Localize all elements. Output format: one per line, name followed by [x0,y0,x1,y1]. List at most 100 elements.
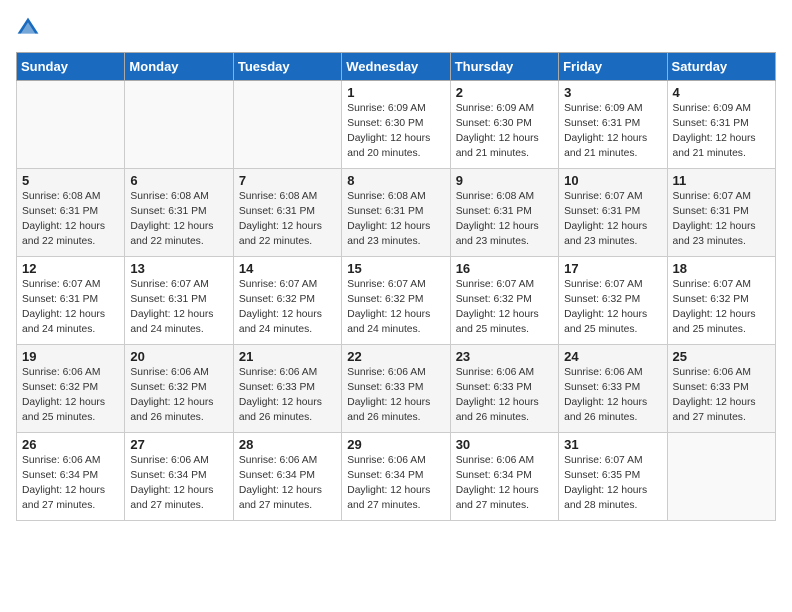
day-info: Sunrise: 6:09 AMSunset: 6:31 PMDaylight:… [564,102,662,162]
day-number: 31 [564,437,662,452]
weekday-header: Friday [559,53,667,81]
day-info: Sunrise: 6:08 AMSunset: 6:31 PMDaylight:… [239,190,337,250]
day-info: Sunrise: 6:06 AMSunset: 6:32 PMDaylight:… [22,366,120,426]
calendar-cell: 20 Sunrise: 6:06 AMSunset: 6:32 PMDayligh… [125,345,233,433]
day-number: 20 [130,349,228,364]
calendar-cell [233,81,341,169]
weekday-header: Monday [125,53,233,81]
calendar-cell: 12 Sunrise: 6:07 AMSunset: 6:31 PMDayligh… [17,257,125,345]
day-number: 24 [564,349,662,364]
day-info: Sunrise: 6:06 AMSunset: 6:34 PMDaylight:… [22,454,120,514]
day-info: Sunrise: 6:07 AMSunset: 6:32 PMDaylight:… [347,278,445,338]
calendar-cell: 27Sunrise: 6:06 AMSunset: 6:34 PMDayligh… [125,433,233,521]
day-number: 28 [239,437,337,452]
calendar-cell: 13 Sunrise: 6:07 AMSunset: 6:31 PMDayligh… [125,257,233,345]
day-info: Sunrise: 6:08 AMSunset: 6:31 PMDaylight:… [347,190,445,250]
day-number: 22 [347,349,445,364]
calendar-week-row: 19 Sunrise: 6:06 AMSunset: 6:32 PMDayligh… [17,345,776,433]
calendar-cell: 21 Sunrise: 6:06 AMSunset: 6:33 PMDayligh… [233,345,341,433]
day-number: 21 [239,349,337,364]
day-number: 25 [673,349,771,364]
calendar-cell [667,433,775,521]
calendar-cell: 5 Sunrise: 6:08 AMSunset: 6:31 PMDaylight… [17,169,125,257]
day-number: 17 [564,261,662,276]
calendar-cell: 30 Sunrise: 6:06 AMSunset: 6:34 PMDayligh… [450,433,558,521]
day-number: 29 [347,437,445,452]
day-info: Sunrise: 6:06 AMSunset: 6:33 PMDaylight:… [673,366,771,426]
calendar-cell [125,81,233,169]
day-number: 5 [22,173,120,188]
calendar-cell: 18 Sunrise: 6:07 AMSunset: 6:32 PMDayligh… [667,257,775,345]
calendar-cell: 8 Sunrise: 6:08 AMSunset: 6:31 PMDaylight… [342,169,450,257]
day-number: 27 [130,437,228,452]
calendar-cell: 10 Sunrise: 6:07 AMSunset: 6:31 PMDayligh… [559,169,667,257]
day-number: 16 [456,261,554,276]
day-number: 6 [130,173,228,188]
calendar-cell: 31Sunrise: 6:07 AMSunset: 6:35 PMDayligh… [559,433,667,521]
day-info: Sunrise: 6:07 AMSunset: 6:31 PMDaylight:… [22,278,120,338]
day-info: Sunrise: 6:06 AMSunset: 6:32 PMDaylight:… [130,366,228,426]
calendar-cell: 2Sunrise: 6:09 AMSunset: 6:30 PMDaylight… [450,81,558,169]
calendar-cell: 15 Sunrise: 6:07 AMSunset: 6:32 PMDayligh… [342,257,450,345]
calendar-cell: 9 Sunrise: 6:08 AMSunset: 6:31 PMDaylight… [450,169,558,257]
day-number: 8 [347,173,445,188]
calendar-week-row: 26 Sunrise: 6:06 AMSunset: 6:34 PMDayligh… [17,433,776,521]
calendar-week-row: 12 Sunrise: 6:07 AMSunset: 6:31 PMDayligh… [17,257,776,345]
day-info: Sunrise: 6:07 AMSunset: 6:32 PMDaylight:… [564,278,662,338]
day-number: 23 [456,349,554,364]
day-info: Sunrise: 6:08 AMSunset: 6:31 PMDaylight:… [130,190,228,250]
weekday-header: Tuesday [233,53,341,81]
calendar-cell: 1 Sunrise: 6:09 AMSunset: 6:30 PMDaylight… [342,81,450,169]
day-number: 10 [564,173,662,188]
day-info: Sunrise: 6:07 AMSunset: 6:31 PMDaylight:… [564,190,662,250]
day-info: Sunrise: 6:07 AMSunset: 6:32 PMDaylight:… [456,278,554,338]
calendar-cell [17,81,125,169]
day-number: 3 [564,85,662,100]
calendar-cell: 23 Sunrise: 6:06 AMSunset: 6:33 PMDayligh… [450,345,558,433]
calendar-cell: 25 Sunrise: 6:06 AMSunset: 6:33 PMDayligh… [667,345,775,433]
day-info: Sunrise: 6:06 AMSunset: 6:33 PMDaylight:… [347,366,445,426]
day-info: Sunrise: 6:06 AMSunset: 6:34 PMDaylight:… [239,454,337,514]
day-number: 30 [456,437,554,452]
calendar-table: SundayMondayTuesdayWednesdayThursdayFrid… [16,52,776,521]
day-number: 9 [456,173,554,188]
calendar-cell: 17 Sunrise: 6:07 AMSunset: 6:32 PMDayligh… [559,257,667,345]
weekday-header-row: SundayMondayTuesdayWednesdayThursdayFrid… [17,53,776,81]
day-number: 1 [347,85,445,100]
calendar-cell: 14 Sunrise: 6:07 AMSunset: 6:32 PMDayligh… [233,257,341,345]
day-number: 15 [347,261,445,276]
day-number: 13 [130,261,228,276]
weekday-header: Saturday [667,53,775,81]
day-info: Sunrise: 6:08 AMSunset: 6:31 PMDaylight:… [22,190,120,250]
day-number: 11 [673,173,771,188]
day-info: Sunrise: 6:07 AMSunset: 6:32 PMDaylight:… [239,278,337,338]
day-number: 26 [22,437,120,452]
day-info: Sunrise: 6:06 AMSunset: 6:33 PMDaylight:… [456,366,554,426]
day-number: 4 [673,85,771,100]
logo [16,16,44,40]
day-number: 12 [22,261,120,276]
day-info: Sunrise: 6:08 AMSunset: 6:31 PMDaylight:… [456,190,554,250]
day-number: 18 [673,261,771,276]
day-number: 19 [22,349,120,364]
day-info: Sunrise: 6:07 AMSunset: 6:31 PMDaylight:… [673,190,771,250]
calendar-cell: 29 Sunrise: 6:06 AMSunset: 6:34 PMDayligh… [342,433,450,521]
calendar-cell: 24Sunrise: 6:06 AMSunset: 6:33 PMDayligh… [559,345,667,433]
weekday-header: Thursday [450,53,558,81]
day-info: Sunrise: 6:06 AMSunset: 6:33 PMDaylight:… [239,366,337,426]
weekday-header: Wednesday [342,53,450,81]
logo-icon [16,16,40,40]
calendar-cell: 7 Sunrise: 6:08 AMSunset: 6:31 PMDaylight… [233,169,341,257]
day-number: 7 [239,173,337,188]
calendar-cell: 26 Sunrise: 6:06 AMSunset: 6:34 PMDayligh… [17,433,125,521]
day-info: Sunrise: 6:06 AMSunset: 6:34 PMDaylight:… [456,454,554,514]
calendar-week-row: 1 Sunrise: 6:09 AMSunset: 6:30 PMDaylight… [17,81,776,169]
day-info: Sunrise: 6:07 AMSunset: 6:32 PMDaylight:… [673,278,771,338]
day-info: Sunrise: 6:06 AMSunset: 6:34 PMDaylight:… [347,454,445,514]
day-number: 14 [239,261,337,276]
day-info: Sunrise: 6:07 AMSunset: 6:31 PMDaylight:… [130,278,228,338]
calendar-cell: 22 Sunrise: 6:06 AMSunset: 6:33 PMDayligh… [342,345,450,433]
day-number: 2 [456,85,554,100]
calendar-cell: 3 Sunrise: 6:09 AMSunset: 6:31 PMDaylight… [559,81,667,169]
day-info: Sunrise: 6:09 AMSunset: 6:30 PMDaylight:… [347,102,445,162]
